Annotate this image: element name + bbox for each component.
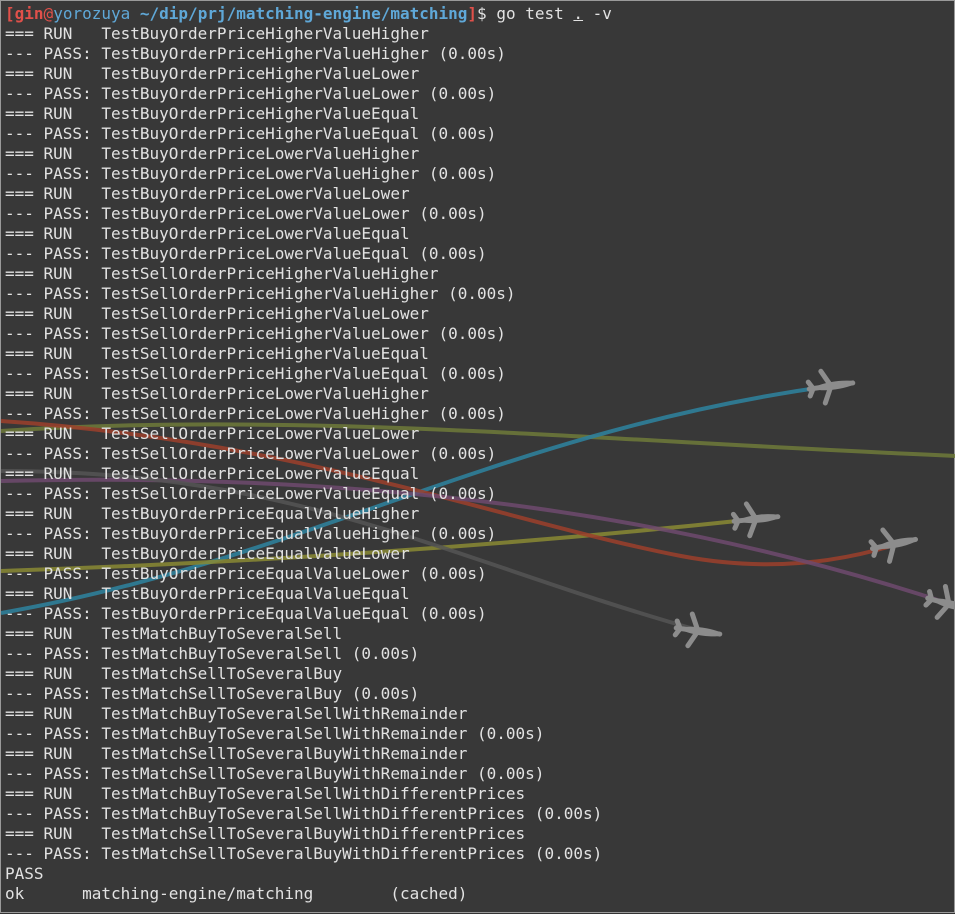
output-line: --- PASS: TestBuyOrderPriceHigherValueLo… (5, 84, 497, 103)
output-line: === RUN TestBuyOrderPriceHigherValueEqua… (5, 104, 420, 123)
output-line: --- PASS: TestBuyOrderPriceEqualValueLow… (5, 564, 487, 583)
output-line: === RUN TestMatchBuyToSeveralSell (5, 624, 343, 643)
output-line: --- PASS: TestSellOrderPriceLowerValueHi… (5, 404, 506, 423)
prompt-dollar: $ (477, 4, 487, 23)
output-line: --- PASS: TestMatchBuyToSeveralSell (0.0… (5, 644, 420, 663)
command-package-arg: . (573, 4, 584, 23)
output-line: --- PASS: TestSellOrderPriceHigherValueL… (5, 324, 506, 343)
output-line: --- PASS: TestMatchBuyToSeveralSellWithR… (5, 724, 545, 743)
output-line: --- PASS: TestMatchSellToSeveralBuyWithR… (5, 764, 545, 783)
output-line: === RUN TestBuyOrderPriceLowerValueEqual (5, 224, 410, 243)
output-line: === RUN TestMatchSellToSeveralBuyWithRem… (5, 744, 468, 763)
output-line: === RUN TestSellOrderPriceLowerValueHigh… (5, 384, 429, 403)
command-flag: -v (583, 4, 612, 23)
output-line: --- PASS: TestMatchSellToSeveralBuyWithD… (5, 844, 603, 863)
output-line: === RUN TestBuyOrderPriceEqualValueEqual (5, 584, 410, 603)
output-line: --- PASS: TestMatchBuyToSeveralSellWithD… (5, 804, 603, 823)
output-line: === RUN TestBuyOrderPriceEqualValueLower (5, 544, 410, 563)
output-line: === RUN TestBuyOrderPriceEqualValueHighe… (5, 504, 420, 523)
output-line: --- PASS: TestBuyOrderPriceEqualValueHig… (5, 524, 497, 543)
output-line: --- PASS: TestBuyOrderPriceHigherValueHi… (5, 44, 506, 63)
output-line: PASS (5, 864, 44, 883)
output-line: ok matching-engine/matching (cached) (5, 884, 468, 903)
output-line: === RUN TestSellOrderPriceHigherValueHig… (5, 264, 439, 283)
output-line: --- PASS: TestBuyOrderPriceEqualValueEqu… (5, 604, 487, 623)
output-line: === RUN TestMatchBuyToSeveralSellWithRem… (5, 704, 468, 723)
output-line: === RUN TestSellOrderPriceLowerValueLowe… (5, 424, 420, 443)
output-line: === RUN TestMatchSellToSeveralBuyWithDif… (5, 824, 526, 843)
output-line: --- PASS: TestBuyOrderPriceLowerValueHig… (5, 164, 497, 183)
prompt-path: ~/dip/prj/matching-engine/matching (139, 4, 468, 23)
output-line: === RUN TestMatchSellToSeveralBuy (5, 664, 343, 683)
output-line: === RUN TestBuyOrderPriceLowerValueLower (5, 184, 410, 203)
output-line: === RUN TestSellOrderPriceHigherValueLow… (5, 304, 429, 323)
output-line: --- PASS: TestMatchSellToSeveralBuy (0.0… (5, 684, 420, 703)
output-line: === RUN TestMatchBuyToSeveralSellWithDif… (5, 784, 526, 803)
prompt-bracket-close: ] (467, 4, 478, 23)
output-line: === RUN TestSellOrderPriceLowerValueEqua… (5, 464, 420, 483)
output-line: --- PASS: TestSellOrderPriceHigherValueH… (5, 284, 516, 303)
shell-prompt-line: [gin@yorozuya ~/dip/prj/matching-engine/… (5, 4, 950, 24)
output-line: --- PASS: TestBuyOrderPriceHigherValueEq… (5, 124, 497, 143)
output-line: === RUN TestSellOrderPriceHigherValueEqu… (5, 344, 429, 363)
output-line: --- PASS: TestSellOrderPriceLowerValueLo… (5, 444, 497, 463)
output-line: --- PASS: TestSellOrderPriceHigherValueE… (5, 364, 506, 383)
output-line: --- PASS: TestSellOrderPriceLowerValueEq… (5, 484, 497, 503)
prompt-user: gin (14, 4, 44, 23)
prompt-at: @ (43, 4, 54, 23)
terminal-output: [gin@yorozuya ~/dip/prj/matching-engine/… (5, 4, 950, 904)
output-line: === RUN TestBuyOrderPriceHigherValueLowe… (5, 64, 420, 83)
prompt-bracket-open: [ (5, 4, 15, 23)
command-text: go test (486, 4, 574, 23)
output-line: === RUN TestBuyOrderPriceHigherValueHigh… (5, 24, 429, 43)
terminal-window[interactable]: [gin@yorozuya ~/dip/prj/matching-engine/… (0, 0, 955, 913)
output-line: --- PASS: TestBuyOrderPriceLowerValueEqu… (5, 244, 487, 263)
test-output: === RUN TestBuyOrderPriceHigherValueHigh… (5, 24, 950, 904)
output-line: --- PASS: TestBuyOrderPriceLowerValueLow… (5, 204, 487, 223)
output-line: === RUN TestBuyOrderPriceLowerValueHighe… (5, 144, 420, 163)
prompt-host: yorozuya (53, 4, 131, 23)
